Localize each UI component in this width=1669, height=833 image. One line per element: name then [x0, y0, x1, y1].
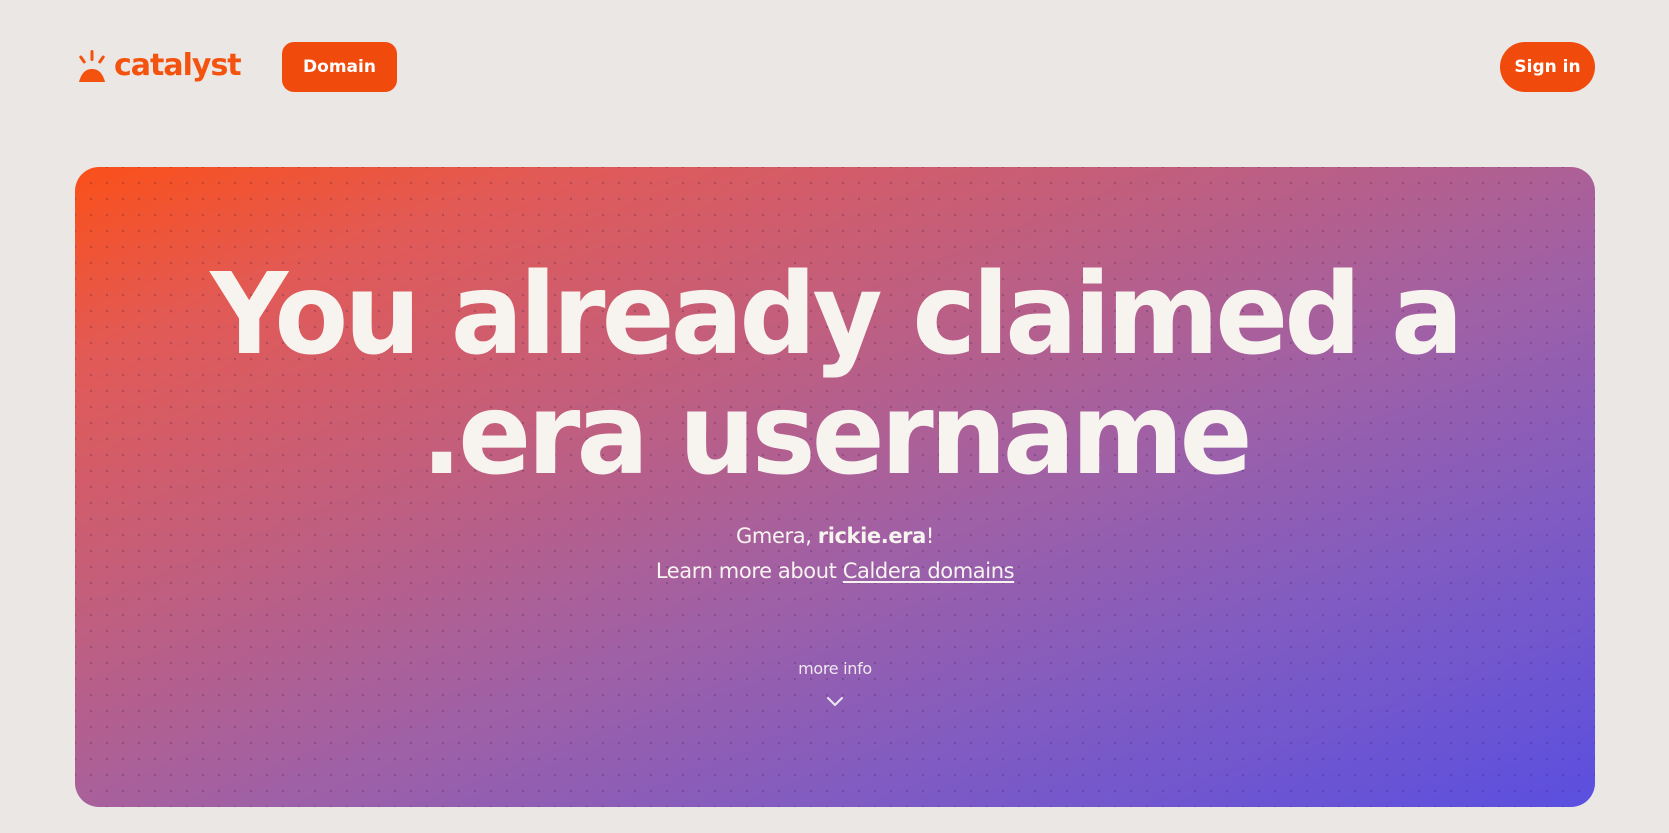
more-info-label[interactable]: more info: [75, 659, 1595, 678]
catalyst-logo[interactable]: catalyst: [75, 46, 242, 86]
learn-more-line: Learn more about Caldera domains: [75, 554, 1595, 589]
catalyst-logo-icon: [79, 50, 105, 82]
sign-in-button[interactable]: Sign in: [1500, 42, 1595, 92]
header: catalyst Domain Sign in: [0, 0, 1669, 134]
greeting-prefix: Gmera,: [736, 524, 818, 548]
chevron-down-icon[interactable]: [825, 694, 845, 708]
claimed-username: rickie.era: [817, 524, 927, 548]
hero-title: You already claimed a .era username: [105, 255, 1564, 495]
hero-subtitle: Gmera, rickie.era! Learn more about Cald…: [75, 519, 1595, 589]
logo-text: catalyst: [114, 47, 242, 83]
hero-title-line-2: .era username: [421, 370, 1252, 500]
greeting-suffix: !: [925, 524, 934, 548]
domain-button[interactable]: Domain: [282, 42, 397, 92]
caldera-domains-link[interactable]: Caldera domains: [843, 559, 1015, 583]
hero-card: You already claimed a .era username Gmer…: [75, 167, 1595, 807]
greeting-line: Gmera, rickie.era!: [75, 519, 1595, 554]
learn-more-prefix: Learn more about: [655, 559, 843, 583]
hero-title-line-1: You already claimed a: [210, 250, 1463, 380]
